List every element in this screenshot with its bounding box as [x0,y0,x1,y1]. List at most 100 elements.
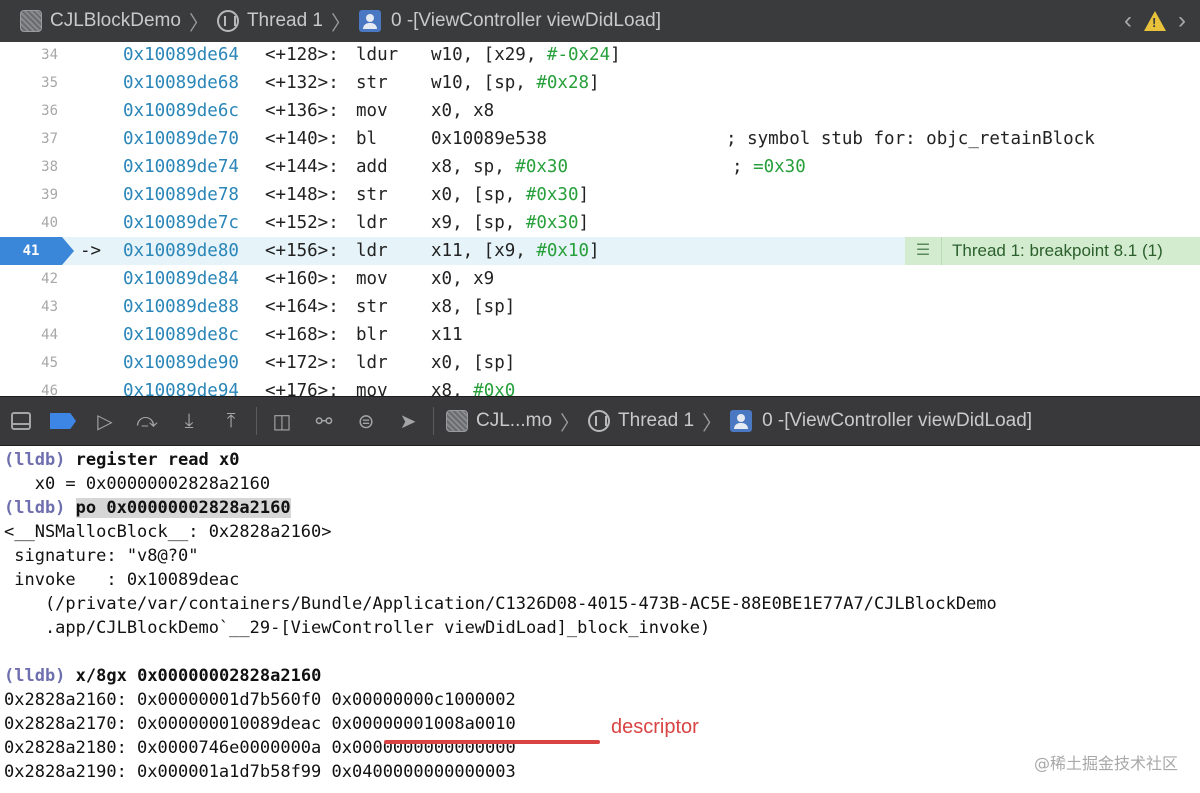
project-icon [446,410,468,432]
disassembly-line[interactable]: 43 0x10089de88 <+164>: str x8, [sp] [0,293,1200,321]
line-number[interactable]: 45 [0,349,58,377]
instruction-mnemonic: ldr [356,213,388,233]
instruction-mnemonic: str [356,297,388,317]
line-number[interactable]: 44 [0,321,58,349]
disassembly-line[interactable]: 36 0x10089de6c <+136>: mov x0, x8 [0,97,1200,125]
operand-immediate: #0x10 [536,241,590,261]
operand-tail: ] [589,73,600,93]
jump-thread[interactable]: Thread 1 [216,10,323,32]
step-over-button[interactable]: ⤼ [126,397,168,445]
toolbar-divider [433,407,434,435]
line-number[interactable]: 36 [0,97,58,125]
pc-arrow: -> [80,241,102,261]
disassembly-line[interactable]: 40 0x10089de7c <+152>: ldr x9, [sp, #0x30] [0,209,1200,237]
disassembly-editor[interactable]: 34 0x10089de64 <+128>: ldur w10, [x29, #-0x2… [0,42,1200,396]
chevron-left-icon[interactable]: ‹ [1124,7,1132,35]
environment-overrides-icon: ⊜ [357,410,375,433]
instruction-offset: <+164>: [265,297,339,317]
location-arrow-icon: ➤ [399,410,417,433]
disassembly-line[interactable]: 42 0x10089de84 <+160>: mov x0, x9 [0,265,1200,293]
line-number[interactable]: 38 [0,153,58,181]
jump-frame[interactable]: 0 -[ViewController viewDidLoad] [358,10,661,32]
warning-icon[interactable]: ! [1144,11,1166,31]
comment-value: =0x30 [753,157,806,177]
line-number[interactable]: 35 [0,69,58,97]
disassembly-line[interactable]: 34 0x10089de64 <+128>: ldur w10, [x29, #-0x2… [0,42,1200,69]
instruction-address: 0x10089de88 [123,297,239,317]
environment-overrides-button[interactable]: ⊜ [345,397,387,445]
breakpoint-annotation-label: Thread 1: breakpoint 8.1 (1) [952,241,1163,260]
console-output-line: invoke : 0x10089deac [4,570,240,590]
instruction-offset: <+144>: [265,157,339,177]
jump-project[interactable]: CJLBlockDemo [0,10,181,32]
disassembly-line[interactable]: 37 0x10089de70 <+140>: bl 0x10089e538 ; symbo… [0,125,1200,153]
line-number[interactable]: 43 [0,293,58,321]
instruction-offset: <+148>: [265,185,339,205]
operand-text: w10, [sp, [431,73,537,93]
disassembly-line[interactable]: 39 0x10089de78 <+148>: str x0, [sp, #0x30] [0,181,1200,209]
disassembly-line[interactable]: 45 0x10089de90 <+172>: ldr x0, [sp] [0,349,1200,377]
breakpoint-annotation[interactable]: ☰ Thread 1: breakpoint 8.1 (1) [905,237,1200,265]
line-number[interactable]: 42 [0,265,58,293]
current-instruction-line[interactable]: 41 -> 0x10089de80 <+156>: ldr x11, [x9, #0x10… [0,237,1200,265]
operand-text: x0, [sp] [431,353,516,373]
instruction-operands: x8, sp, #0x30 [431,153,568,181]
operand-text: 0x10089e538 [431,129,547,149]
step-into-button[interactable]: ⤓ [168,397,210,445]
debug-memory-graph-button[interactable]: ⚯ [303,397,345,445]
continue-button[interactable]: ▷ [84,397,126,445]
operand-text: x9, [sp, [431,213,526,233]
menu-icon[interactable]: ☰ [905,237,942,265]
simulate-location-button[interactable]: ➤ [387,397,429,445]
memory-graph-icon: ⚯ [315,410,333,433]
disassembly-line[interactable]: 38 0x10089de74 <+144>: add x8, sp, #0x30; =0… [0,153,1200,181]
console-command-line: (lldb) register read x0 [4,450,240,470]
continue-icon: ▷ [97,410,113,433]
lldb-console[interactable]: (lldb) register read x0 x0 = 0x000000028… [0,446,1200,793]
debug-jump-frame[interactable]: 0 -[ViewController viewDidLoad] [730,410,1032,432]
jump-frame-label: 0 -[ViewController viewDidLoad] [390,10,661,31]
console-command-line: (lldb) x/8gx 0x00000002828a2160 [4,666,322,686]
instruction-offset: <+156>: [265,241,339,261]
line-number[interactable]: 34 [0,42,58,69]
line-number[interactable]: 40 [0,209,58,237]
line-number[interactable]: 39 [0,181,58,209]
instruction-operands: x0, [sp, #0x30] [431,181,589,209]
breakpoints-toggle-button[interactable] [42,397,84,445]
instruction-mnemonic: mov [356,269,388,289]
operand-immediate: #0x0 [473,381,516,396]
descriptor-underline [384,740,600,744]
chevron-right-icon: 〉 [560,412,581,435]
debug-frame-label: 0 -[ViewController viewDidLoad] [762,410,1033,431]
disassembly-line[interactable]: 46 0x10089de94 <+176>: mov x8, #0x0 [0,377,1200,396]
instruction-mnemonic: add [356,157,388,177]
descriptor-annotation: descriptor [611,716,699,738]
line-number[interactable]: 41 [0,237,74,265]
toolbar-divider [256,407,257,435]
debug-view-hierarchy-button[interactable]: ◫ [261,397,303,445]
debug-jump-project[interactable]: CJL...mo [446,410,552,432]
view-hierarchy-icon: ◫ [272,410,292,433]
debug-jump-thread[interactable]: Thread 1 [588,410,694,432]
instruction-mnemonic: bl [356,129,378,149]
instruction-offset: <+172>: [265,353,339,373]
instruction-offset: <+132>: [265,73,339,93]
memory-row: 0x2828a2160: 0x00000001d7b560f0 0x000000… [4,690,516,710]
disassembly-line[interactable]: 44 0x10089de8c <+168>: blr x11 [0,321,1200,349]
instruction-offset: <+152>: [265,213,339,233]
disassembly-line[interactable]: 35 0x10089de68 <+132>: str w10, [sp, #0x28] [0,69,1200,97]
operand-tail: ] [589,241,600,261]
breakpoint-icon [50,413,76,429]
line-number[interactable]: 37 [0,125,58,153]
watermark: @稀土掘金技术社区 [1033,754,1178,773]
step-out-button[interactable]: ⤒ [210,397,252,445]
chevron-right-nav-icon[interactable]: › [1178,7,1186,35]
console-output-line: <__NSMallocBlock__: 0x2828a2160> [4,522,332,542]
project-icon [20,10,42,32]
hide-debug-area-button[interactable] [0,397,42,445]
instruction-address: 0x10089de78 [123,185,239,205]
line-number[interactable]: 46 [0,377,58,396]
instruction-mnemonic: str [356,185,388,205]
step-into-icon: ⤓ [184,409,194,432]
user-frame-icon [358,10,381,32]
